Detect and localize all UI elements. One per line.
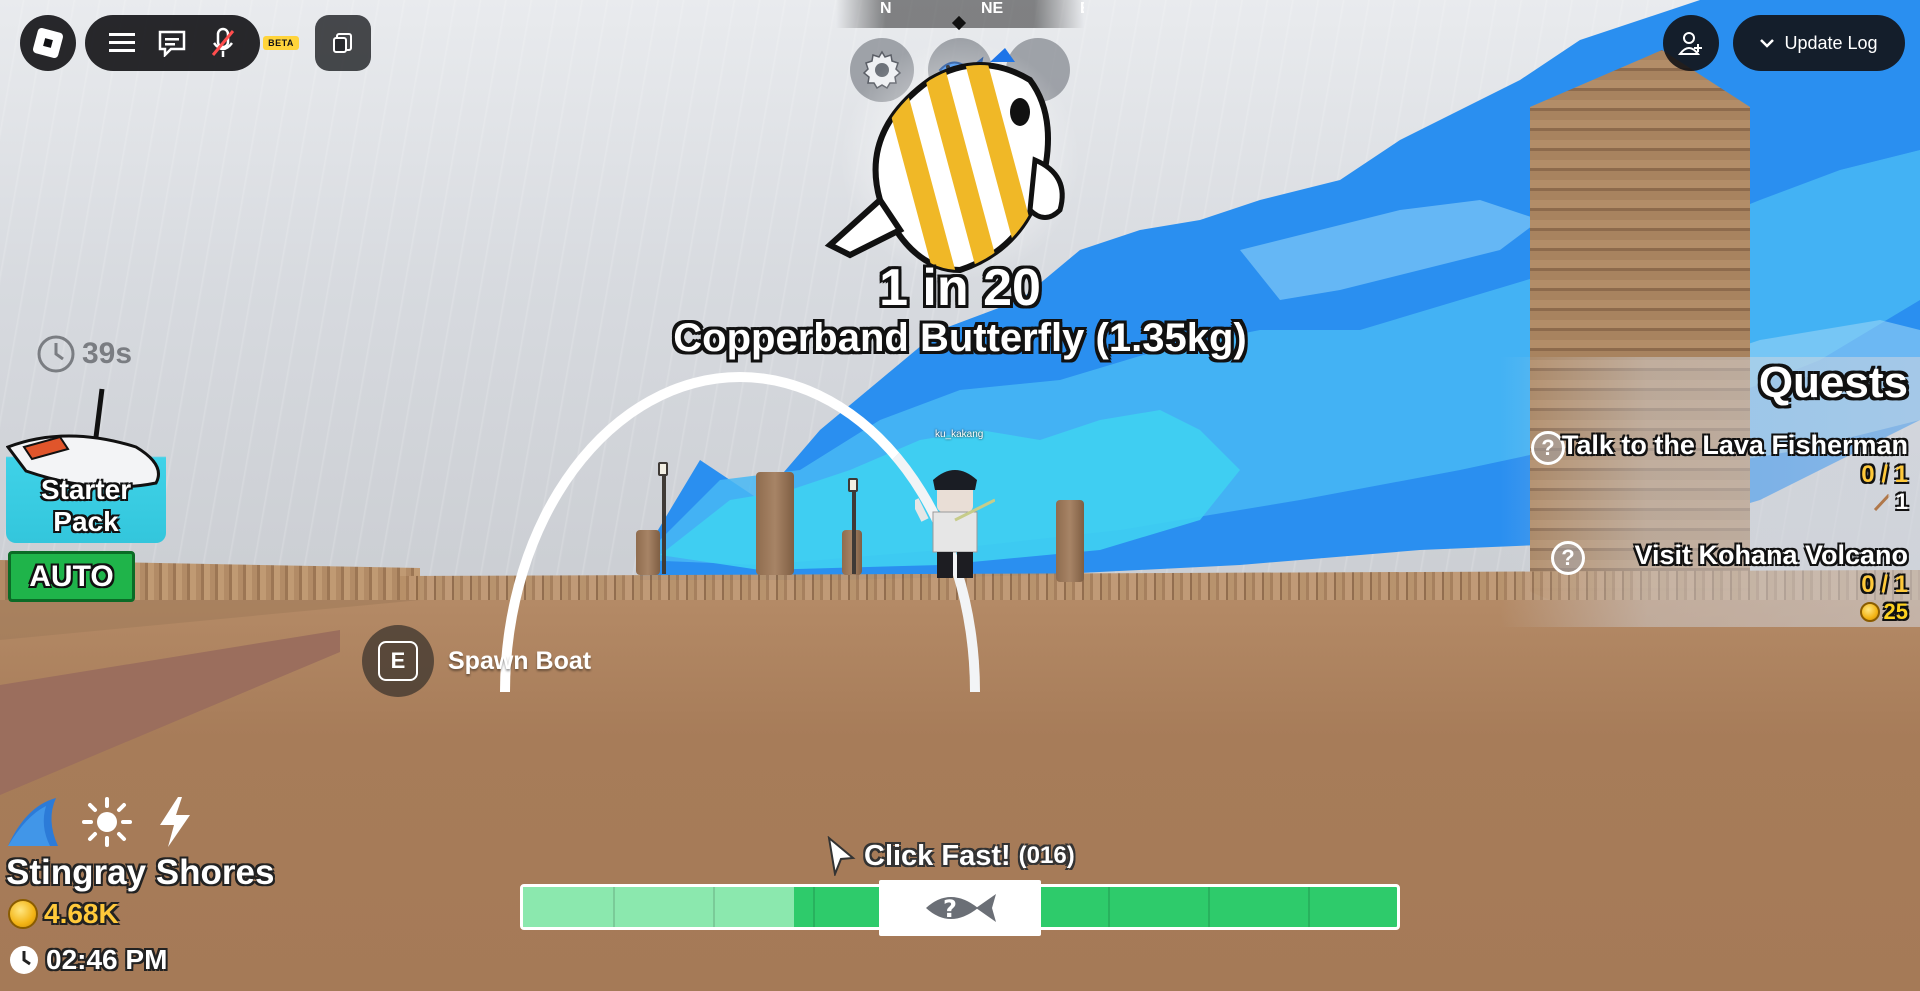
coin-icon <box>8 899 38 929</box>
fishing-rod-icon <box>1873 493 1890 512</box>
quest-name: Visit Kohana Volcano <box>1634 540 1908 570</box>
roblox-menu-button[interactable] <box>20 15 76 71</box>
add-friend-icon <box>1678 32 1702 55</box>
quest-item[interactable]: Visit Kohana Volcano 0 / 1 25 <box>1634 540 1908 625</box>
spawn-boat-prompt[interactable]: E Spawn Boat <box>362 625 591 697</box>
sun-icon <box>82 797 132 847</box>
pier-post <box>1056 500 1084 582</box>
reel-segment <box>613 887 615 927</box>
quest-item[interactable]: Talk to the Lava Fisherman 0 / 1 1 <box>1562 430 1908 515</box>
compass-northeast: NE <box>981 0 1004 17</box>
click-fast-label: Click Fast! <box>864 839 1011 872</box>
cursor-icon <box>827 836 856 876</box>
coin-icon <box>1859 602 1880 622</box>
roblox-logo-icon <box>32 27 64 59</box>
key-e-button[interactable]: E <box>362 625 434 697</box>
quest-help-icon[interactable]: ? <box>1551 541 1585 575</box>
area-name: Stingray Shores <box>6 853 275 892</box>
quests-title: Quests <box>1758 358 1908 407</box>
timer-value: 39s <box>82 337 133 370</box>
boost-timer: 39s <box>36 334 132 374</box>
hamburger-menu-icon[interactable] <box>106 27 138 59</box>
update-log-label: Update Log <box>1784 32 1878 53</box>
key-e-label: E <box>378 641 418 681</box>
reel-segment <box>813 887 815 927</box>
reel-segment <box>1208 887 1210 927</box>
lightning-icon <box>160 797 190 847</box>
clock-icon <box>37 335 75 373</box>
starter-pack-label: Starter Pack <box>40 474 132 537</box>
reel-segment <box>1108 887 1110 927</box>
reel-segment <box>1308 887 1310 927</box>
quest-reward-value: 1 <box>1895 489 1908 514</box>
beta-badge: BETA <box>263 36 299 50</box>
click-count: (016) <box>1018 842 1075 869</box>
weather-indicators <box>6 795 194 849</box>
reel-segment <box>713 887 715 927</box>
quest-name: Talk to the Lava Fisherman <box>1561 430 1908 460</box>
click-fast-instruction: Click Fast! (016) <box>826 836 1075 876</box>
compass-east: E <box>1080 0 1084 18</box>
coins-display: 4.68K <box>8 898 119 930</box>
copy-icon <box>333 33 352 53</box>
catch-odds: 1 in 20 <box>879 259 1041 317</box>
quest-reward: 1 <box>1562 489 1908 515</box>
quest-progress: 0 / 1 <box>1861 461 1908 488</box>
player-avatar[interactable] <box>915 460 995 580</box>
microphone-muted-icon[interactable] <box>207 27 239 59</box>
topbar-controls <box>85 15 260 71</box>
quest-reward: 25 <box>1634 599 1908 625</box>
clock-value: 02:46 PM <box>46 944 168 975</box>
catch-fish-name: Copperband Butterfly (1.35kg) <box>673 316 1247 360</box>
butterfly-fish-art <box>824 40 1080 280</box>
clock-icon <box>10 946 38 974</box>
add-friend-button[interactable] <box>1663 15 1719 71</box>
shark-fin-icon <box>8 798 58 846</box>
reel-fish-marker[interactable]: ? <box>879 880 1041 936</box>
chat-icon[interactable] <box>156 27 188 59</box>
quest-reward-value: 25 <box>1883 599 1908 624</box>
quest-help-icon[interactable]: ? <box>1531 431 1565 465</box>
mystery-fish-mark: ? <box>943 895 957 923</box>
compass-north: N <box>880 0 892 17</box>
spawn-boat-label: Spawn Boat <box>448 646 592 675</box>
player-nametag: ku_kakang <box>935 429 984 440</box>
reel-progress-fill <box>523 887 794 927</box>
quest-progress: 0 / 1 <box>1861 571 1908 598</box>
coins-value: 4.68K <box>44 898 119 929</box>
game-clock: 02:46 PM <box>8 944 167 976</box>
chevron-down-icon <box>1760 39 1775 48</box>
update-log-button[interactable]: Update Log <box>1733 15 1905 71</box>
auto-fish-button[interactable]: AUTO <box>8 551 135 602</box>
inventory-toggle-button[interactable] <box>315 15 371 71</box>
mystery-fish-icon: ? <box>926 894 996 923</box>
